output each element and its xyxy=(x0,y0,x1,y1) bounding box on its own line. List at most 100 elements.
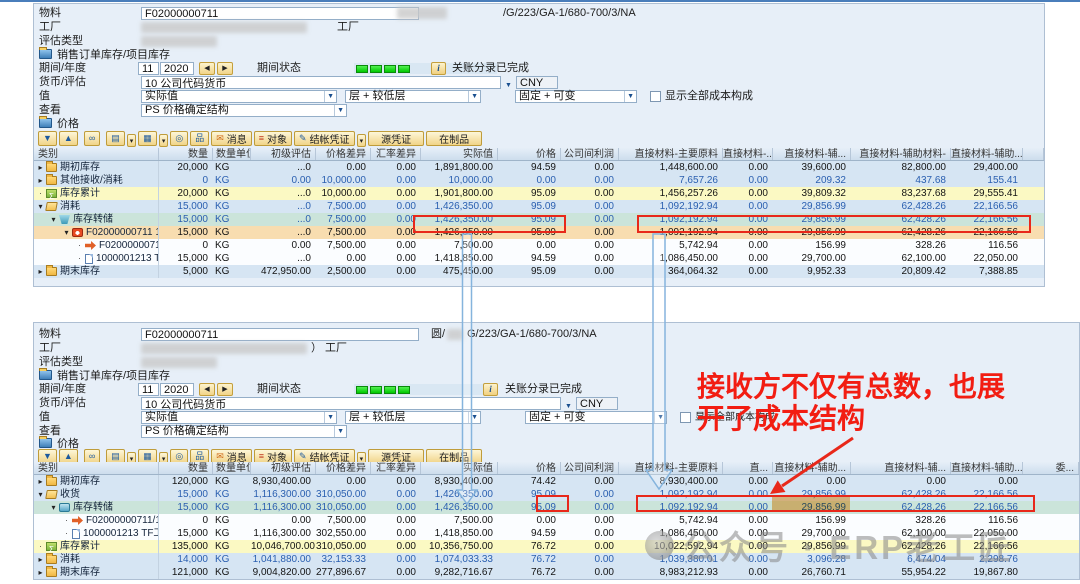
expander-icon[interactable]: · xyxy=(62,514,71,527)
expander-icon[interactable]: ▾ xyxy=(36,488,45,501)
column-header[interactable]: 价格差异 xyxy=(316,148,371,160)
currency-input[interactable] xyxy=(576,397,618,410)
sort-descending-button[interactable]: ▼ xyxy=(38,131,57,146)
column-header[interactable]: 委... xyxy=(1023,462,1079,474)
next-period-button[interactable]: ▶ xyxy=(217,383,233,396)
expander-icon[interactable]: ▸ xyxy=(36,174,45,187)
column-header[interactable]: 数量 xyxy=(159,148,213,160)
expander-icon[interactable]: · xyxy=(62,527,71,540)
table-row[interactable]: ▸消耗14,000KG1,041,880.0032,153.330.001,07… xyxy=(34,553,1079,566)
find-button[interactable]: ∞ xyxy=(84,131,100,146)
table-row[interactable]: ·1000001213 TF工厂间的15,000KG...00.000.001,… xyxy=(34,252,1044,265)
table-row[interactable]: ▾消耗15,000KG...07,500.000.001,426,350.009… xyxy=(34,200,1044,213)
column-header[interactable]: 初级评估 xyxy=(251,462,316,474)
column-header[interactable]: 直接材料-主要原料 xyxy=(619,462,723,474)
expander-icon[interactable]: ▾ xyxy=(49,501,58,514)
objects-button[interactable]: ≡对象 xyxy=(254,131,292,146)
view-select[interactable]: PS 价格确定结构▼ xyxy=(141,104,347,117)
material-input[interactable] xyxy=(141,7,419,20)
sort-ascending-button[interactable]: ▲ xyxy=(59,131,78,146)
value-type-select[interactable]: 实际值▼ xyxy=(141,90,337,103)
column-header[interactable]: 价格差异 xyxy=(316,462,371,474)
currency-valuation-input[interactable] xyxy=(141,397,561,410)
layout-dropdown-button[interactable]: ▾ xyxy=(159,134,169,147)
table-row[interactable]: ▸期末库存121,000KG9,004,820.00277,896.670.00… xyxy=(34,566,1079,579)
show-all-cost-checkbox[interactable] xyxy=(680,412,691,423)
table-row[interactable]: ▸期末库存5,000KG472,950.002,500.000.00475,45… xyxy=(34,265,1044,278)
print-button[interactable]: ▤ xyxy=(106,131,125,146)
column-header[interactable] xyxy=(1023,148,1044,160)
table-row[interactable]: ▸期初库存120,000KG8,930,400.000.000.008,930,… xyxy=(34,475,1079,488)
settlement-doc-button[interactable]: ✎结帐凭证 xyxy=(294,131,355,146)
expander-icon[interactable]: ▾ xyxy=(62,226,71,239)
column-header[interactable]: 直接材料-辅助... xyxy=(951,462,1023,474)
currency-input[interactable] xyxy=(516,76,558,89)
table-row[interactable]: ·1000001213 TF工厂间的15,000KG1,116,300.0030… xyxy=(34,527,1079,540)
table-row[interactable]: ▸期初库存20,000KG...00.000.001,891,800.0094.… xyxy=(34,161,1044,174)
column-header[interactable]: 类别 xyxy=(34,148,159,160)
fixed-variable-select[interactable]: 固定 + 可变▼ xyxy=(525,411,667,424)
table-row[interactable]: ·F02000000711/10210KG0.007,500.000.007,5… xyxy=(34,514,1079,527)
layer-select[interactable]: 层 + 较低层▼ xyxy=(345,90,481,103)
value-type-select[interactable]: 实际值▼ xyxy=(141,411,337,424)
messages-button[interactable]: ✉消息 xyxy=(211,131,252,146)
column-header[interactable]: 直接材料-辅助... xyxy=(773,462,851,474)
hierarchy-button[interactable]: 品 xyxy=(190,131,209,146)
expander-icon[interactable]: ▸ xyxy=(36,553,45,566)
column-header[interactable]: 公司间利润 xyxy=(561,462,619,474)
column-header[interactable]: 价格 xyxy=(498,148,561,160)
table-row[interactable]: ·库存累计135,000KG10,046,700.00310,050.000.0… xyxy=(34,540,1079,553)
wip-button[interactable]: 在制品 xyxy=(426,131,482,146)
column-header[interactable]: 直接材料-辅助... xyxy=(951,148,1023,160)
info-button[interactable]: i xyxy=(483,383,498,396)
expander-icon[interactable]: · xyxy=(36,187,45,200)
column-header[interactable]: 汇率差异 xyxy=(371,462,421,474)
expander-icon[interactable]: ▾ xyxy=(36,200,45,213)
settlement-dropdown-button[interactable]: ▾ xyxy=(357,134,367,147)
expander-icon[interactable]: ▸ xyxy=(36,161,45,174)
column-header[interactable]: 直接材料-辅助材料- xyxy=(851,148,951,160)
expander-icon[interactable]: ▸ xyxy=(36,265,45,278)
material-input[interactable] xyxy=(141,328,419,341)
column-header[interactable]: 公司间利润 xyxy=(561,148,619,160)
table-row[interactable]: ·库存累计20,000KG...010,000.000.001,901,800.… xyxy=(34,187,1044,200)
next-period-button[interactable]: ▶ xyxy=(217,62,233,75)
column-header[interactable]: 直接材料-辅... xyxy=(773,148,851,160)
expander-icon[interactable]: · xyxy=(36,540,45,553)
column-header[interactable]: 数量单位 xyxy=(213,148,251,160)
layer-select[interactable]: 层 + 较低层▼ xyxy=(345,411,481,424)
year-input[interactable] xyxy=(160,383,194,396)
period-input[interactable] xyxy=(138,383,159,396)
table-row[interactable]: ▸其他接收/消耗0KG0.0010,000.000.0010,000.000.0… xyxy=(34,174,1044,187)
show-all-cost-checkbox[interactable] xyxy=(650,91,661,102)
expander-icon[interactable]: ▾ xyxy=(49,213,58,226)
expander-icon[interactable]: · xyxy=(75,252,84,265)
expander-icon[interactable]: · xyxy=(75,239,84,252)
fixed-variable-select[interactable]: 固定 + 可变▼ xyxy=(515,90,637,103)
info-button[interactable]: i xyxy=(431,62,446,75)
layout-button[interactable]: ▦ xyxy=(138,131,157,146)
expander-icon[interactable]: ▸ xyxy=(36,566,45,579)
column-header[interactable]: 汇率差异 xyxy=(371,148,421,160)
column-header[interactable]: 实际值 xyxy=(421,462,498,474)
table-row[interactable]: ·F02000000711/10220KG0.007,500.000.007,5… xyxy=(34,239,1044,252)
column-header[interactable]: 直接材料-主要原料 xyxy=(619,148,723,160)
column-header[interactable]: 直接材料-... xyxy=(723,148,773,160)
column-header[interactable]: 类别 xyxy=(34,462,159,474)
column-header[interactable]: 数量单位 xyxy=(213,462,251,474)
column-header[interactable]: 直接材料-辅... xyxy=(851,462,951,474)
print-dropdown-button[interactable]: ▾ xyxy=(127,134,137,147)
column-header[interactable]: 数量 xyxy=(159,462,213,474)
period-input[interactable] xyxy=(138,62,159,75)
previous-period-button[interactable]: ◀ xyxy=(199,383,215,396)
source-doc-button[interactable]: 源凭证 xyxy=(368,131,424,146)
column-header[interactable]: 实际值 xyxy=(421,148,498,160)
currency-valuation-input[interactable] xyxy=(141,76,501,89)
column-header[interactable]: 初级评估 xyxy=(251,148,316,160)
detail-zoom-button[interactable]: ◎ xyxy=(170,131,188,146)
expander-icon[interactable]: ▸ xyxy=(36,475,45,488)
previous-period-button[interactable]: ◀ xyxy=(199,62,215,75)
year-input[interactable] xyxy=(160,62,194,75)
column-header[interactable]: 价格 xyxy=(498,462,561,474)
column-header[interactable]: 直... xyxy=(723,462,773,474)
